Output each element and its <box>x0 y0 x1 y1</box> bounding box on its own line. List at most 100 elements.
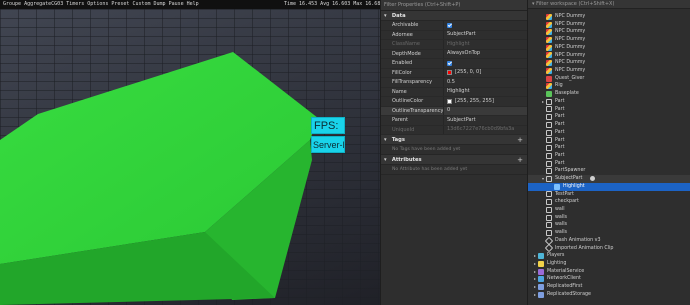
property-row[interactable]: Parent SubjectPart <box>381 116 527 126</box>
part-icon <box>546 145 552 152</box>
explorer-item[interactable]: Part <box>528 113 690 121</box>
property-row[interactable]: OutlineTransparency 0 <box>381 106 527 116</box>
add-attribute-icon[interactable]: + <box>517 155 523 165</box>
explorer-item-label: NPC Dummy <box>555 60 586 66</box>
explorer-item-label: NPC Dummy <box>555 68 586 74</box>
explorer-item[interactable]: Dash Animation v3 <box>528 236 690 245</box>
property-name: OutlineColor <box>381 97 444 106</box>
property-name: FillColor <box>381 68 444 77</box>
property-value[interactable]: SubjectPart <box>444 116 527 125</box>
explorer-item[interactable]: Part <box>528 121 690 129</box>
property-value[interactable]: 0 <box>444 107 527 116</box>
explorer-item[interactable]: Part <box>528 129 690 137</box>
property-row[interactable]: OutlineColor [255, 255, 255] <box>381 97 527 107</box>
quest-giver-icon <box>546 75 552 82</box>
explorer-item[interactable]: Quest_Giver <box>528 75 690 83</box>
explorer-item-label: Highlight <box>563 183 585 189</box>
explorer-item[interactable]: NPC Dummy <box>528 67 690 75</box>
npc-dummy-icon <box>546 83 552 90</box>
explorer-item[interactable]: NPC Dummy <box>528 59 690 67</box>
debug-stats-bar: Groupe AggregateCG03 Timers Options Pres… <box>0 0 380 9</box>
section-attributes[interactable]: ▾ Attributes + <box>381 155 527 165</box>
checkbox-checked-icon[interactable] <box>447 22 452 28</box>
explorer-item[interactable]: Imported Animation Clip <box>528 244 690 253</box>
explorer-item-label: checkpart <box>555 199 579 205</box>
color-swatch[interactable] <box>447 70 452 76</box>
explorer-item[interactable]: ▸ ReplicatedStorage <box>528 291 690 299</box>
explorer-item[interactable]: TestPart <box>528 191 690 199</box>
color-swatch[interactable] <box>447 98 452 104</box>
explorer-item-label: walls <box>555 230 568 236</box>
properties-filter-input[interactable]: Filter Properties (Ctrl+Shift+P) <box>381 0 527 11</box>
property-value[interactable] <box>444 59 527 68</box>
property-value[interactable]: Highlight <box>444 88 527 97</box>
explorer-item-label: walls <box>555 214 568 220</box>
property-name: UniqueId <box>381 125 444 134</box>
property-value-text: AlwaysOnTop <box>447 50 481 56</box>
property-row[interactable]: FillColor [255, 0, 0] <box>381 68 527 78</box>
explorer-item-label: Part <box>555 129 565 135</box>
property-value[interactable]: [255, 255, 255] <box>444 97 527 106</box>
property-row[interactable]: Adornee SubjectPart <box>381 30 527 40</box>
property-row[interactable]: Enabled <box>381 59 527 69</box>
explorer-filter-input[interactable]: ▾ Filter workspace (Ctrl+Shift+X) <box>528 0 690 9</box>
explorer-item[interactable]: Part <box>528 137 690 145</box>
explorer-item-label: Rig <box>555 83 563 89</box>
explorer-item[interactable]: NPC Dummy <box>528 44 690 52</box>
property-row[interactable]: UniqueId 13d6c7227e76cb0d9bfa3a <box>381 125 527 135</box>
explorer-item[interactable]: ▸ Lighting <box>528 260 690 268</box>
visibility-eye-icon[interactable] <box>590 176 595 182</box>
explorer-item-label: walls <box>555 222 568 228</box>
property-name: ClassName <box>381 40 444 49</box>
explorer-item[interactable]: ▸ ReplicatedFirst <box>528 283 690 291</box>
explorer-item[interactable]: Rig <box>528 82 690 90</box>
explorer-item[interactable]: Part <box>528 160 690 168</box>
property-value[interactable]: AlwaysOnTop <box>444 50 527 59</box>
section-data[interactable]: ▾ Data <box>381 11 527 21</box>
lighting-icon <box>538 260 544 267</box>
explorer-item[interactable]: walls <box>528 221 690 229</box>
explorer-item[interactable]: checkpart <box>528 198 690 206</box>
explorer-item[interactable]: Part <box>528 106 690 114</box>
property-value-text: Highlight <box>447 88 470 94</box>
property-row[interactable]: Archivable <box>381 21 527 31</box>
game-viewport[interactable]: Groupe AggregateCG03 Timers Options Pres… <box>0 0 380 305</box>
explorer-item[interactable]: NPC Dummy <box>528 52 690 60</box>
property-row[interactable]: FillTransparency 0.5 <box>381 78 527 88</box>
add-tag-icon[interactable]: + <box>517 135 523 145</box>
explorer-item-label: MaterialService <box>547 268 585 274</box>
explorer-item[interactable]: walls <box>528 214 690 222</box>
explorer-item[interactable]: ▸ Part <box>528 98 690 106</box>
explorer-item-label: Lighting <box>547 261 567 266</box>
explorer-item[interactable]: NPC Dummy <box>528 13 690 21</box>
explorer-item[interactable]: ▾ SubjectPart <box>528 175 690 183</box>
section-tags[interactable]: ▾ Tags + <box>381 135 527 145</box>
explorer-item-label: Quest_Giver <box>555 75 585 81</box>
property-value[interactable]: 0.5 <box>444 78 527 87</box>
property-name: Adornee <box>381 30 444 39</box>
property-value[interactable]: SubjectPart <box>444 31 527 40</box>
property-row[interactable]: DepthMode AlwaysOnTop <box>381 49 527 59</box>
explorer-item[interactable]: PartSpawner <box>528 167 690 175</box>
property-value[interactable] <box>444 21 527 30</box>
section-tags-label: Tags <box>391 137 405 143</box>
explorer-item-label: NPC Dummy <box>555 21 586 27</box>
explorer-item[interactable]: Part <box>528 152 690 160</box>
explorer-item[interactable]: NPC Dummy <box>528 36 690 44</box>
property-name: FillTransparency <box>381 78 444 87</box>
explorer-item[interactable]: ▸ Players <box>528 252 690 260</box>
explorer-item[interactable]: ▸ NetworkClient <box>528 275 690 283</box>
properties-panel: Filter Properties (Ctrl+Shift+P) ▾ Data … <box>380 0 528 305</box>
explorer-item[interactable]: ▸ MaterialService <box>528 268 690 276</box>
checkbox-checked-icon[interactable] <box>447 60 452 66</box>
explorer-item[interactable]: Highlight <box>528 182 690 191</box>
property-row[interactable]: Name Highlight <box>381 87 527 97</box>
property-row[interactable]: ClassName Highlight <box>381 40 527 50</box>
explorer-item[interactable]: Baseplate <box>528 90 690 98</box>
property-value[interactable]: [255, 0, 0] <box>444 69 527 78</box>
explorer-item[interactable]: walls <box>528 229 690 237</box>
explorer-item[interactable]: NPC Dummy <box>528 28 690 36</box>
explorer-item[interactable]: NPC Dummy <box>528 21 690 29</box>
explorer-item[interactable]: wall <box>528 206 690 214</box>
explorer-item[interactable]: Part <box>528 144 690 152</box>
